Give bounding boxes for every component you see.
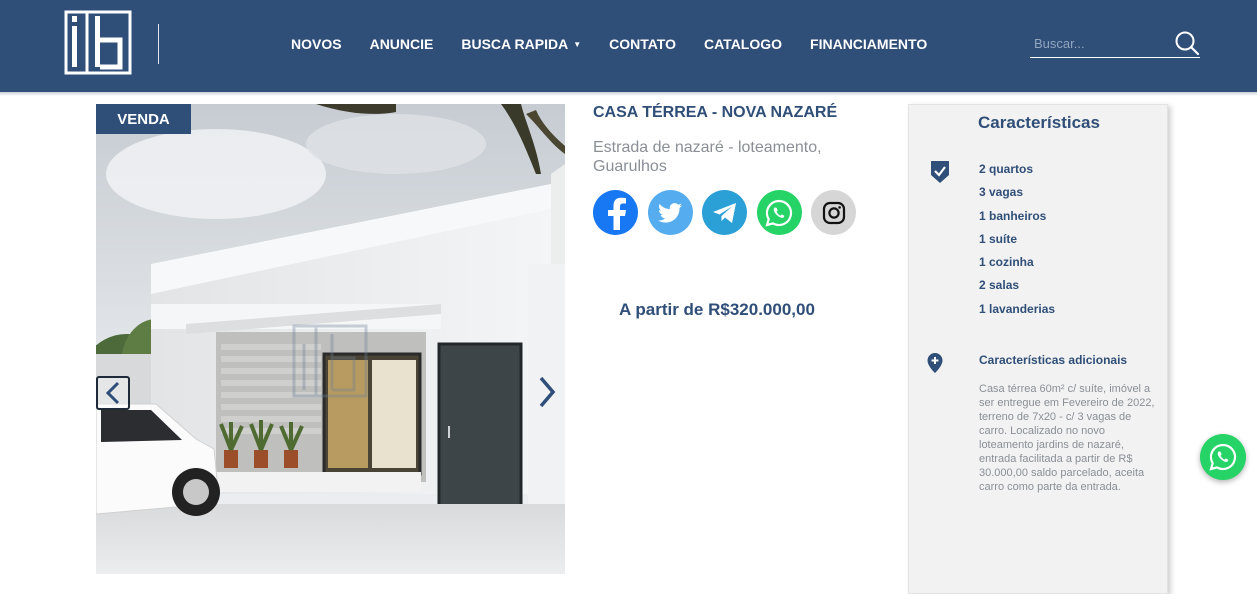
whatsapp-icon [765, 199, 793, 227]
nav-item-contato[interactable]: CONTATO [609, 36, 676, 52]
feature-item: 1 cozinha [979, 255, 1034, 270]
whatsapp-float-button[interactable] [1200, 434, 1246, 480]
feature-item: 1 suíte [979, 231, 1018, 246]
nav-item-label: NOVOS [291, 36, 342, 52]
share-buttons [593, 190, 866, 235]
nav-item-label: CATALOGO [704, 36, 783, 52]
property-title: CASA TÉRREA - NOVA NAZARÉ [593, 104, 838, 121]
additional-features-title: Características adicionais [979, 353, 1128, 367]
additional-features-text: Casa térrea 60m² c/ suíte, imóvel a ser … [979, 383, 1155, 493]
feature-item: 2 quartos [979, 162, 1034, 176]
property-address: Estrada de nazaré - loteamento, Guarulho… [593, 139, 822, 175]
share-facebook-button[interactable] [593, 190, 638, 235]
share-telegram-button[interactable] [702, 190, 747, 235]
nav-item-label: BUSCA RAPIDA [461, 36, 569, 52]
logo-divider [158, 24, 159, 64]
site-header: NOVOS ANUNCIE BUSCA RAPIDA ▼ CONTATO CATA… [0, 0, 1257, 92]
share-instagram-button[interactable] [811, 190, 856, 235]
search-input[interactable] [1034, 32, 1164, 54]
feature-item: 1 lavanderias [979, 301, 1056, 316]
feature-item: 2 salas [979, 278, 1020, 293]
telegram-icon [712, 202, 736, 223]
search-box [1030, 28, 1200, 58]
logo[interactable] [64, 10, 132, 75]
twitter-icon [658, 202, 682, 223]
instagram-icon [822, 201, 845, 224]
facebook-icon [607, 197, 626, 230]
share-whatsapp-button[interactable] [756, 190, 802, 235]
gallery-prev-button[interactable] [96, 376, 130, 410]
chevron-left-icon [105, 381, 120, 405]
feature-item: 3 vagas [979, 185, 1024, 200]
header-shadow [0, 92, 1257, 96]
nav-item-financiamento[interactable]: FINANCIAMENTO [810, 36, 927, 52]
whatsapp-icon [1209, 443, 1237, 471]
property-gallery[interactable]: VENDA [96, 104, 565, 574]
sale-badge: VENDA [96, 104, 191, 134]
map-pin-plus-icon [927, 353, 943, 373]
main-nav: NOVOS ANUNCIE BUSCA RAPIDA ▼ CONTATO CATA… [291, 0, 955, 88]
nav-item-busca-rapida[interactable]: BUSCA RAPIDA ▼ [461, 36, 581, 52]
caret-down-icon: ▼ [573, 39, 582, 49]
characteristics-panel: Características 2 quartos 3 vagas 1 banh… [908, 104, 1168, 594]
nav-item-label: FINANCIAMENTO [810, 36, 928, 52]
nav-item-novos[interactable]: NOVOS [291, 36, 342, 52]
chevron-right-icon [539, 376, 556, 408]
nav-item-anuncie[interactable]: ANUNCIE [370, 36, 434, 52]
gallery-next-button[interactable] [532, 374, 562, 410]
characteristics-title: Características [978, 113, 1100, 132]
property-photo [96, 104, 565, 574]
shield-check-icon [931, 161, 949, 183]
feature-item: 1 banheiros [979, 208, 1047, 223]
features-list: 2 quartos 3 vagas 1 banheiros 1 suíte 1 … [979, 161, 1055, 324]
share-twitter-button[interactable] [647, 190, 693, 235]
nav-item-catalogo[interactable]: CATALOGO [704, 36, 782, 52]
nav-item-label: CONTATO [609, 36, 676, 52]
property-price: A partir de R$320.000,00 [619, 300, 815, 319]
nav-item-label: ANUNCIE [369, 36, 434, 52]
search-icon[interactable] [1174, 30, 1200, 56]
